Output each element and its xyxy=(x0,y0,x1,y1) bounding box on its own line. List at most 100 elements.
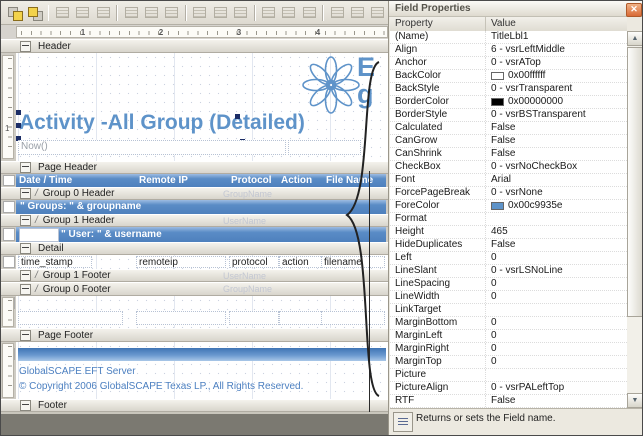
group-footer-content[interactable] xyxy=(16,296,388,328)
collapse-icon[interactable] xyxy=(20,162,31,173)
empty-field[interactable] xyxy=(18,311,123,325)
property-name[interactable]: BackColor xyxy=(390,70,486,82)
property-value[interactable]: 0 xyxy=(486,356,627,368)
empty-field[interactable] xyxy=(19,228,59,242)
property-name[interactable]: Left xyxy=(390,252,486,264)
value-column-header[interactable]: Value xyxy=(486,17,627,31)
property-row-forcepagebreak[interactable]: ForcePageBreak0 - vsrNone xyxy=(390,187,627,200)
make-same-width-icon[interactable] xyxy=(191,4,209,22)
property-value[interactable]: 0 xyxy=(486,252,627,264)
property-name[interactable]: MarginTop xyxy=(390,356,486,368)
footer-copyright-label[interactable]: © Copyright 2006 GlobalSCAPE Texas LP., … xyxy=(19,381,303,392)
align-middle-icon[interactable] xyxy=(142,4,160,22)
scrollbar-thumb[interactable] xyxy=(627,47,643,317)
property-name[interactable]: (Name) xyxy=(390,31,486,43)
property-row-anchor[interactable]: Anchor0 - vsrATop xyxy=(390,57,627,70)
section-bar-header[interactable]: Header xyxy=(1,39,388,53)
empty-field[interactable] xyxy=(136,311,226,325)
make-same-size-icon[interactable] xyxy=(231,4,249,22)
section-bar-group0-footer[interactable]: / Group 0 Footer GroupName xyxy=(1,282,388,296)
property-row-align[interactable]: Align6 - vsrLeftMiddle xyxy=(390,44,627,57)
property-name[interactable]: LineSlant xyxy=(390,265,486,277)
property-row-linespacing[interactable]: LineSpacing0 xyxy=(390,278,627,291)
space-evenly-across-icon[interactable] xyxy=(260,4,278,22)
property-name[interactable]: Calculated xyxy=(390,122,486,134)
property-value[interactable]: 0 xyxy=(486,317,627,329)
row-selector[interactable] xyxy=(3,256,15,268)
section-bar-footer[interactable]: Footer xyxy=(1,399,388,412)
property-name[interactable]: Anchor xyxy=(390,57,486,69)
property-name[interactable]: LineSpacing xyxy=(390,278,486,290)
align-left-icon[interactable] xyxy=(53,4,71,22)
property-value[interactable]: Arial xyxy=(486,174,627,186)
collapse-icon[interactable] xyxy=(20,41,31,52)
column-headers-band[interactable]: Date / Time Remote IP Protocol Action Fi… xyxy=(16,174,386,187)
property-name[interactable]: RTF xyxy=(390,395,486,407)
detail-field-time-stamp[interactable]: time_stamp xyxy=(18,256,92,268)
property-name[interactable]: BorderColor xyxy=(390,96,486,108)
align-center-icon[interactable] xyxy=(74,4,92,22)
collapse-icon[interactable] xyxy=(20,400,31,411)
empty-field[interactable] xyxy=(279,311,323,325)
property-value[interactable]: False xyxy=(486,122,627,134)
property-value[interactable]: 0 - vsrATop xyxy=(486,57,627,69)
property-row-linewidth[interactable]: LineWidth0 xyxy=(390,291,627,304)
property-row-left[interactable]: Left0 xyxy=(390,252,627,265)
scroll-down-icon[interactable]: ▼ xyxy=(627,393,643,408)
property-name[interactable]: BackStyle xyxy=(390,83,486,95)
property-name[interactable]: Align xyxy=(390,44,486,56)
align-bottom-icon[interactable] xyxy=(163,4,181,22)
collapse-icon[interactable] xyxy=(20,330,31,341)
now-field[interactable]: Now() xyxy=(18,140,286,155)
property-row-margintop[interactable]: MarginTop0 xyxy=(390,356,627,369)
property-row-checkbox[interactable]: CheckBox0 - vsrNoCheckBox xyxy=(390,161,627,174)
property-name[interactable]: LinkTarget xyxy=(390,304,486,316)
increase-horizontal-spacing-icon[interactable] xyxy=(280,4,298,22)
property-value[interactable]: False xyxy=(486,148,627,160)
property-name[interactable]: Format xyxy=(390,213,486,225)
property-name[interactable]: MarginBottom xyxy=(390,317,486,329)
property-value[interactable]: 0 - vsrNone xyxy=(486,187,627,199)
decrease-vertical-spacing-icon[interactable] xyxy=(369,4,387,22)
collapse-icon[interactable] xyxy=(20,188,31,199)
property-name[interactable]: CheckBox xyxy=(390,161,486,173)
curly-brace-graphic[interactable] xyxy=(338,59,384,399)
property-value[interactable]: 0 - vsrNoCheckBox xyxy=(486,161,627,173)
property-value[interactable]: 0 - vsrBSTransparent xyxy=(486,109,627,121)
property-name[interactable]: CanGrow xyxy=(390,135,486,147)
property-value[interactable]: 0 - vsrPALeftTop xyxy=(486,382,627,394)
space-evenly-down-icon[interactable] xyxy=(328,4,346,22)
property-name[interactable]: ForcePageBreak xyxy=(390,187,486,199)
property-name[interactable]: ForeColor xyxy=(390,200,486,212)
property-value[interactable]: 6 - vsrLeftMiddle xyxy=(486,44,627,56)
row-selector[interactable] xyxy=(3,175,15,186)
property-name[interactable]: CanShrink xyxy=(390,148,486,160)
property-row-hideduplicates[interactable]: HideDuplicatesFalse xyxy=(390,239,627,252)
property-value[interactable]: 0 xyxy=(486,278,627,290)
detail-field-action[interactable]: action xyxy=(279,256,323,268)
property-value[interactable]: 0 - vsrTransparent xyxy=(486,83,627,95)
decrease-horizontal-spacing-icon[interactable] xyxy=(300,4,318,22)
vertical-scrollbar[interactable]: ▲ ▼ xyxy=(627,31,643,408)
property-name[interactable]: HideDuplicates xyxy=(390,239,486,251)
property-value[interactable]: False xyxy=(486,395,627,407)
section-bar-detail[interactable]: Detail xyxy=(1,242,388,255)
selection-handle[interactable] xyxy=(16,123,21,128)
property-value[interactable]: 0 xyxy=(486,291,627,303)
collapse-icon[interactable] xyxy=(20,215,31,226)
property-row-picture[interactable]: Picture xyxy=(390,369,627,382)
property-name[interactable]: LineWidth xyxy=(390,291,486,303)
detail-field-remoteip[interactable]: remoteip xyxy=(136,256,226,268)
bring-to-front-icon[interactable] xyxy=(5,4,23,22)
property-name[interactable]: Height xyxy=(390,226,486,238)
collapse-icon[interactable] xyxy=(20,284,31,295)
property-value[interactable]: 0x00c9935e xyxy=(486,200,627,212)
align-top-icon[interactable] xyxy=(122,4,140,22)
selection-handle[interactable] xyxy=(235,114,240,119)
property-value[interactable]: 0 xyxy=(486,343,627,355)
property-name[interactable]: BorderStyle xyxy=(390,109,486,121)
property-name[interactable]: MarginLeft xyxy=(390,330,486,342)
property-row-font[interactable]: FontArial xyxy=(390,174,627,187)
row-selector[interactable] xyxy=(3,201,15,213)
property-row-canshrink[interactable]: CanShrinkFalse xyxy=(390,148,627,161)
